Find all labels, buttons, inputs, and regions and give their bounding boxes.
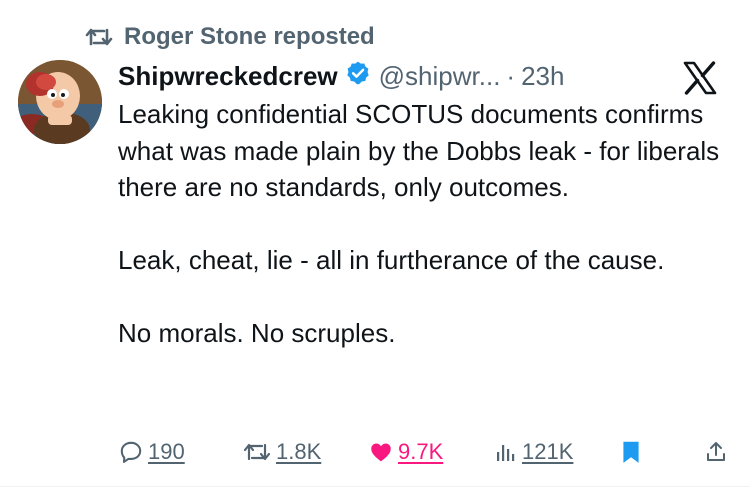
tweet-paragraph: Leak, cheat, lie - all in furtherance of…	[118, 245, 665, 275]
like-count: 9.7K	[398, 439, 444, 464]
like-button[interactable]: 9.7K	[368, 436, 443, 468]
tweet-text: Leaking confidential SCOTUS documents co…	[118, 96, 738, 352]
view-count: 121K	[522, 439, 574, 464]
x-logo-icon	[682, 60, 718, 96]
tweet-header: Shipwreckedcrew @shipwr... · 23h	[118, 58, 564, 94]
share-icon	[704, 439, 728, 465]
analytics-icon	[494, 439, 518, 465]
repost-icon	[242, 439, 272, 465]
tweet-paragraph: No morals. No scruples.	[118, 318, 396, 348]
repost-count: 1.8K	[276, 439, 322, 464]
share-button[interactable]	[704, 436, 728, 468]
repost-button[interactable]: 1.8K	[242, 436, 321, 468]
reply-icon	[118, 439, 144, 465]
divider	[0, 486, 750, 487]
action-bar: 190 1.8K 9.7K 121K	[0, 436, 750, 468]
tweet[interactable]: Roger Stone reposted Shipwreckedcrew @sh…	[0, 0, 750, 492]
bookmark-icon	[620, 439, 642, 465]
author-handle[interactable]: @shipwr...	[379, 61, 501, 92]
repost-icon	[84, 25, 114, 49]
avatar[interactable]	[18, 60, 102, 144]
tweet-paragraph: Leaking confidential SCOTUS documents co…	[118, 99, 720, 202]
repost-text[interactable]: Roger Stone reposted	[124, 23, 375, 51]
author-display-name[interactable]: Shipwreckedcrew	[118, 61, 338, 92]
reply-button[interactable]: 190	[118, 436, 185, 468]
tweet-timestamp[interactable]: 23h	[521, 61, 564, 92]
bookmark-button[interactable]	[620, 436, 642, 468]
repost-context: Roger Stone reposted	[84, 22, 375, 52]
views-button[interactable]: 121K	[494, 436, 573, 468]
header-separator: ·	[506, 60, 516, 91]
verified-badge-icon[interactable]	[345, 60, 371, 93]
reply-count: 190	[148, 439, 185, 464]
heart-icon	[368, 439, 394, 465]
